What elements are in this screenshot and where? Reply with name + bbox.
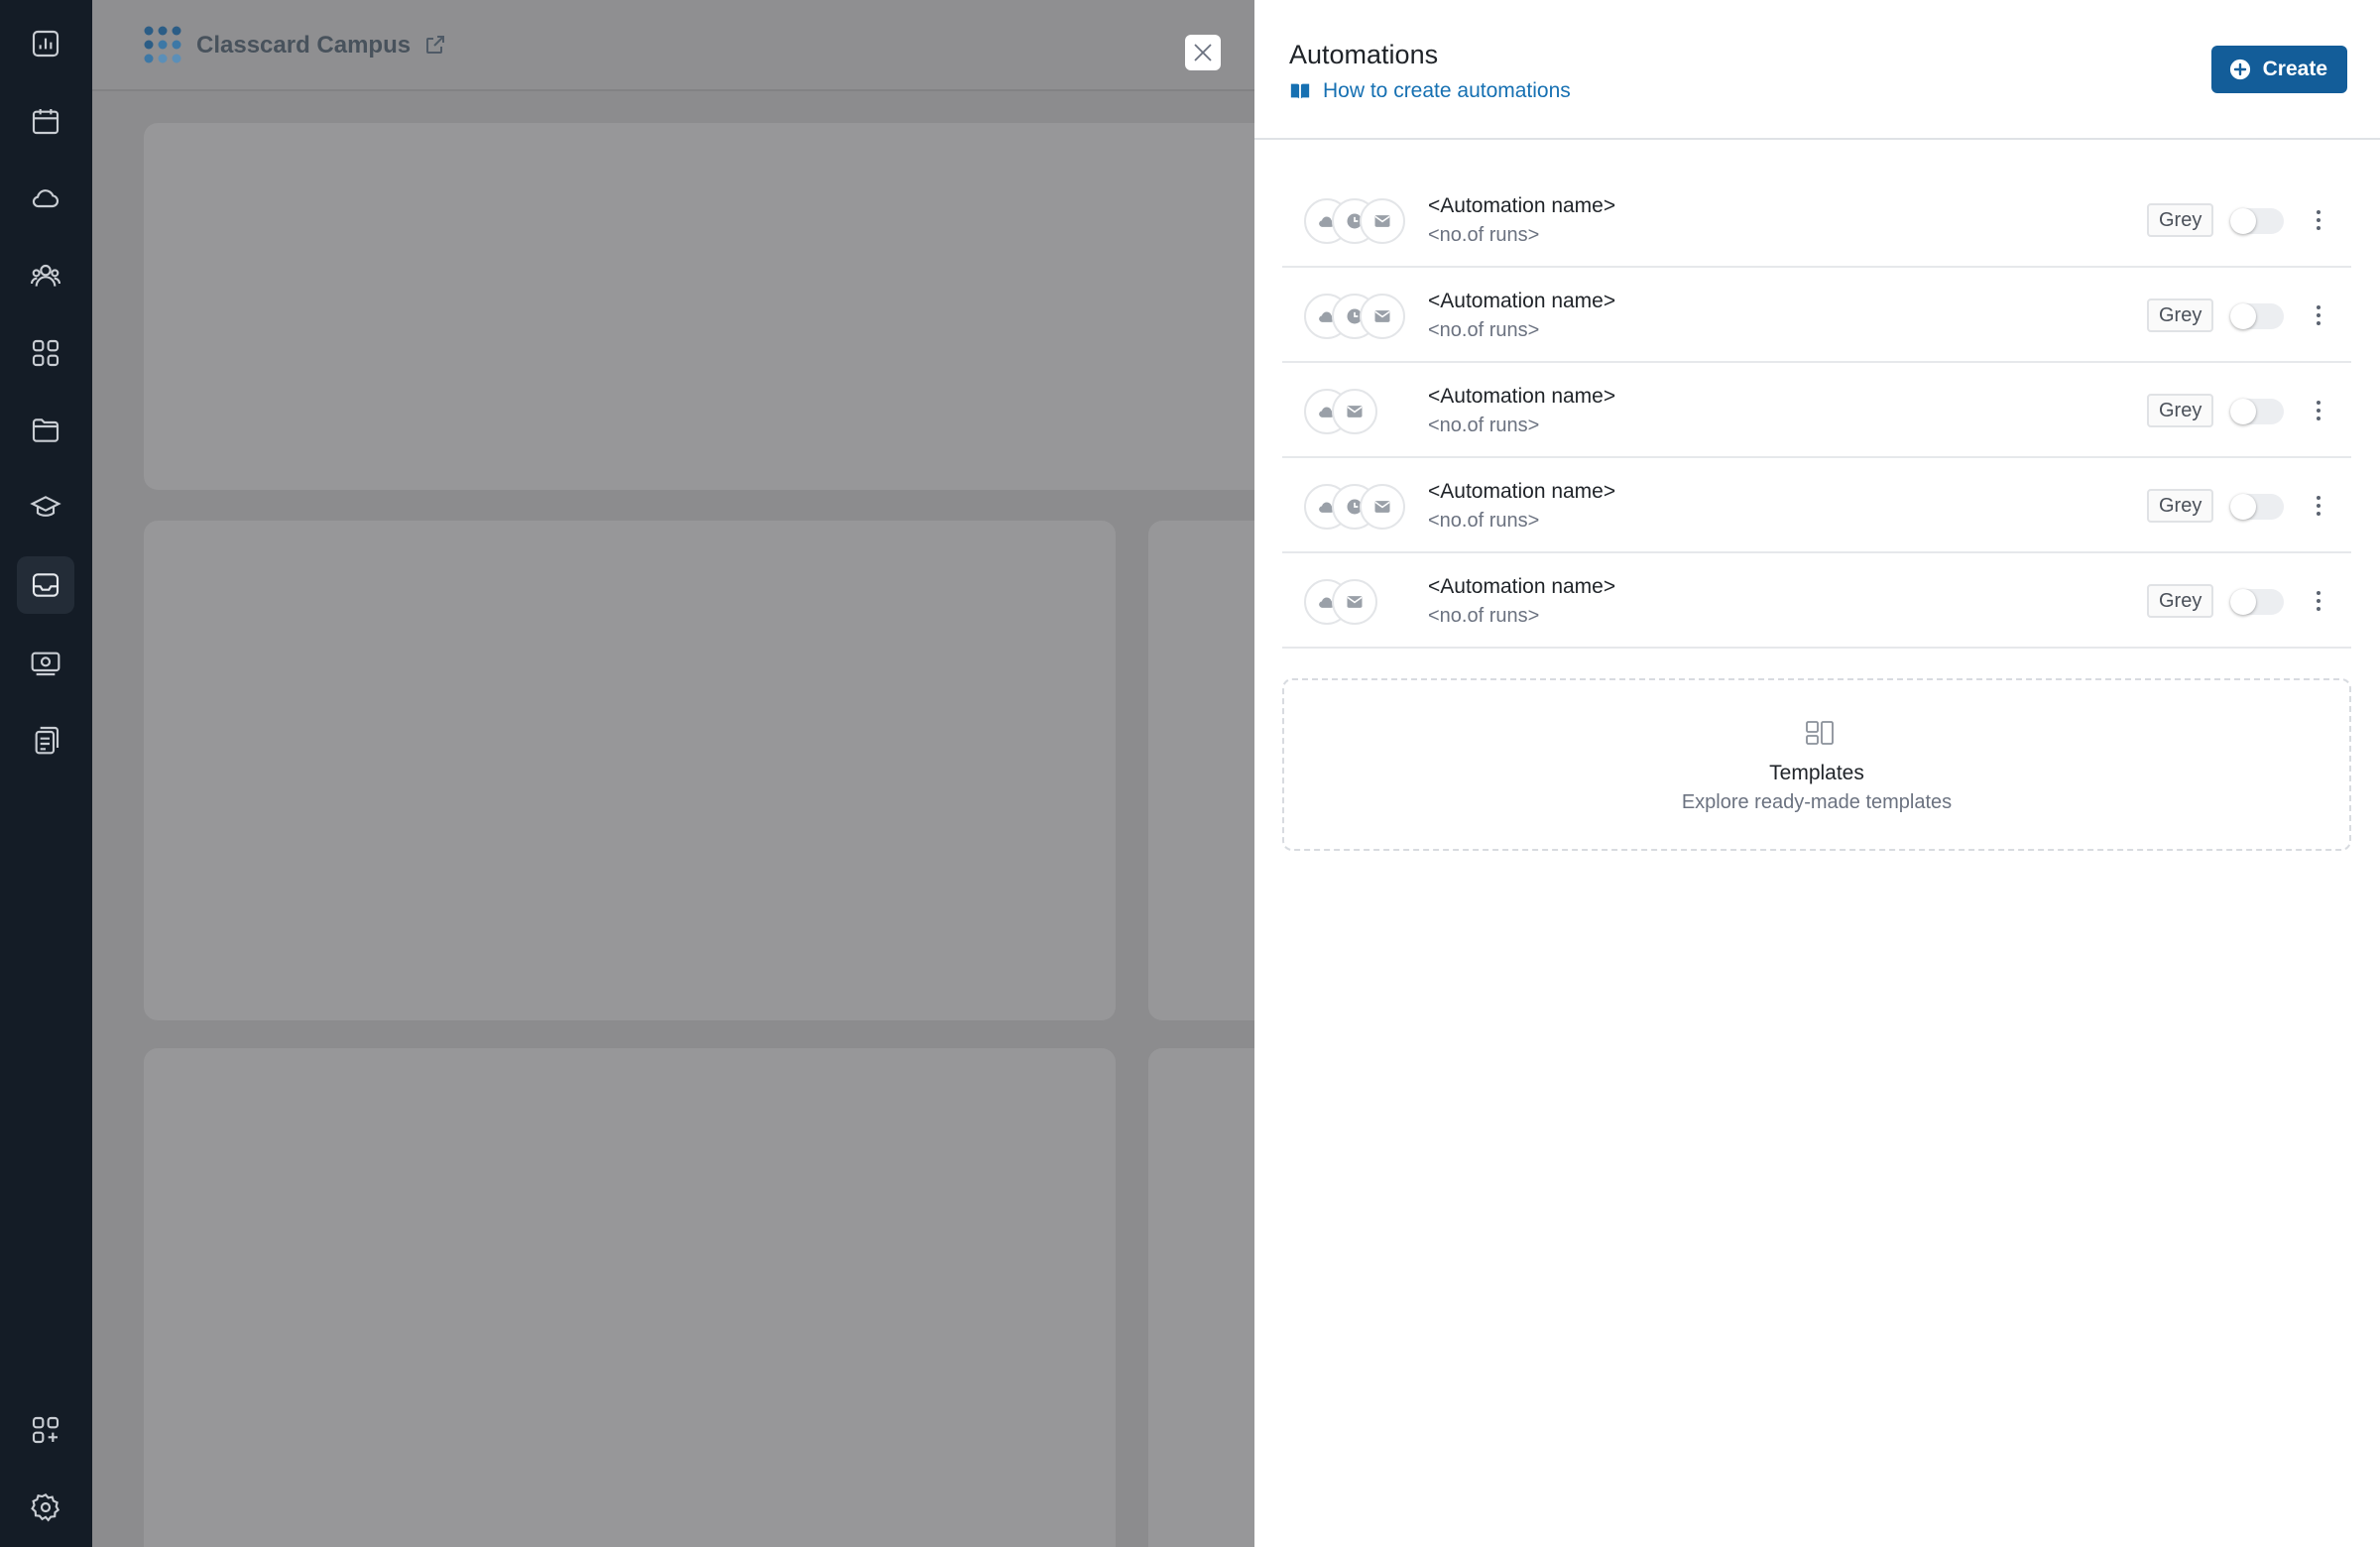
sidebar-item-files[interactable] — [17, 402, 74, 459]
mail-icon — [1360, 198, 1405, 244]
automation-name: <Automation name> — [1428, 480, 1616, 503]
mail-icon — [1332, 389, 1377, 434]
enable-toggle[interactable] — [2230, 303, 2284, 329]
toggle-knob — [2230, 208, 2256, 234]
automation-runs: <no.of runs> — [1428, 224, 1540, 246]
app-title: Classcard Campus — [196, 32, 412, 59]
plus-circle-icon — [2229, 59, 2250, 80]
calendar-icon — [32, 109, 60, 135]
placeholder-card — [1148, 521, 1254, 1020]
background-app: Classcard Campus — [92, 0, 1254, 1547]
sidebar-item-courses[interactable] — [17, 479, 74, 536]
inbox-icon — [32, 573, 60, 597]
status-tag: Grey — [2147, 298, 2214, 332]
templates-title: Templates — [1769, 762, 1864, 784]
close-icon — [1194, 44, 1212, 61]
templates-card[interactable]: Templates Explore ready-made templates — [1282, 678, 2351, 851]
placeholder-card — [144, 521, 1116, 1020]
toggle-knob — [2230, 494, 2256, 520]
more-options-icon[interactable] — [2311, 396, 2326, 425]
sidebar-item-users[interactable] — [17, 247, 74, 304]
drawer-header: Automations How to create automations Cr… — [1254, 0, 2380, 140]
graduation-cap-icon — [30, 496, 61, 517]
placeholder-card — [144, 123, 1254, 490]
toggle-knob — [2230, 399, 2256, 424]
automation-runs: <no.of runs> — [1428, 510, 1540, 532]
app-header: Classcard Campus — [92, 0, 1254, 91]
sidebar-item-cloud[interactable] — [17, 170, 74, 227]
analytics-icon — [32, 30, 60, 58]
cloud-icon — [32, 189, 60, 208]
create-button[interactable]: Create — [2210, 46, 2347, 93]
placeholder-card — [1148, 1048, 1254, 1547]
automation-row[interactable]: <Automation name> <no.of runs> Grey — [1282, 363, 2351, 458]
toggle-knob — [2230, 589, 2256, 615]
external-link-icon[interactable] — [423, 33, 447, 57]
automation-row[interactable]: <Automation name> <no.of runs> Grey — [1282, 458, 2351, 553]
folder-icon — [32, 418, 60, 442]
mail-icon — [1360, 294, 1405, 339]
automation-runs: <no.of runs> — [1428, 605, 1540, 627]
close-drawer-button[interactable] — [1185, 35, 1221, 70]
mail-icon — [1332, 579, 1377, 625]
add-apps-icon — [32, 1416, 60, 1444]
automation-name: <Automation name> — [1428, 290, 1616, 312]
templates-subtitle: Explore ready-made templates — [1681, 791, 1953, 813]
sidebar-item-payments[interactable] — [17, 634, 74, 691]
mail-icon — [1360, 484, 1405, 530]
automation-row[interactable]: <Automation name> <no.of runs> Grey — [1282, 553, 2351, 649]
automations-drawer: Automations How to create automations Cr… — [1254, 0, 2380, 1547]
sidebar-item-inbox[interactable] — [17, 556, 74, 614]
automation-runs: <no.of runs> — [1428, 319, 1540, 341]
automation-name: <Automation name> — [1428, 575, 1616, 598]
sidebar-item-documents[interactable] — [17, 711, 74, 769]
drawer-title: Automations — [1289, 40, 1439, 69]
automation-row[interactable]: <Automation name> <no.of runs> Grey — [1282, 268, 2351, 363]
enable-toggle[interactable] — [2230, 399, 2284, 424]
create-button-label: Create — [2262, 58, 2327, 80]
toggle-knob — [2230, 303, 2256, 329]
sidebar-item-analytics[interactable] — [17, 15, 74, 72]
status-tag: Grey — [2147, 584, 2214, 618]
automation-list: <Automation name> <no.of runs> Grey <Aut… — [1282, 173, 2351, 649]
automation-name: <Automation name> — [1428, 194, 1616, 217]
more-options-icon[interactable] — [2311, 586, 2326, 616]
sidebar-item-apps[interactable] — [17, 324, 74, 382]
users-icon — [30, 264, 61, 287]
enable-toggle[interactable] — [2230, 208, 2284, 234]
apps-grid-icon — [32, 339, 60, 367]
more-options-icon[interactable] — [2311, 300, 2326, 330]
how-to-link[interactable]: How to create automations — [1289, 79, 1571, 103]
money-icon — [31, 652, 60, 676]
settings-gear-icon — [31, 1493, 60, 1522]
automation-runs: <no.of runs> — [1428, 415, 1540, 436]
placeholder-card — [144, 1048, 1116, 1547]
sidebar-item-add-apps[interactable] — [17, 1401, 74, 1459]
status-tag: Grey — [2147, 489, 2214, 523]
sidebar-item-calendar[interactable] — [17, 92, 74, 150]
app-logo-icon — [144, 26, 181, 63]
status-tag: Grey — [2147, 394, 2214, 427]
enable-toggle[interactable] — [2230, 589, 2284, 615]
book-icon — [1290, 83, 1310, 99]
how-to-link-label: How to create automations — [1323, 79, 1571, 102]
templates-icon — [1806, 721, 1834, 745]
automation-name: <Automation name> — [1428, 385, 1616, 408]
status-tag: Grey — [2147, 203, 2214, 237]
more-options-icon[interactable] — [2311, 205, 2326, 235]
automation-row[interactable]: <Automation name> <no.of runs> Grey — [1282, 173, 2351, 268]
more-options-icon[interactable] — [2311, 491, 2326, 521]
enable-toggle[interactable] — [2230, 494, 2284, 520]
sidebar-item-settings[interactable] — [17, 1479, 74, 1536]
sidebar-rail — [0, 0, 92, 1547]
documents-icon — [35, 726, 60, 755]
